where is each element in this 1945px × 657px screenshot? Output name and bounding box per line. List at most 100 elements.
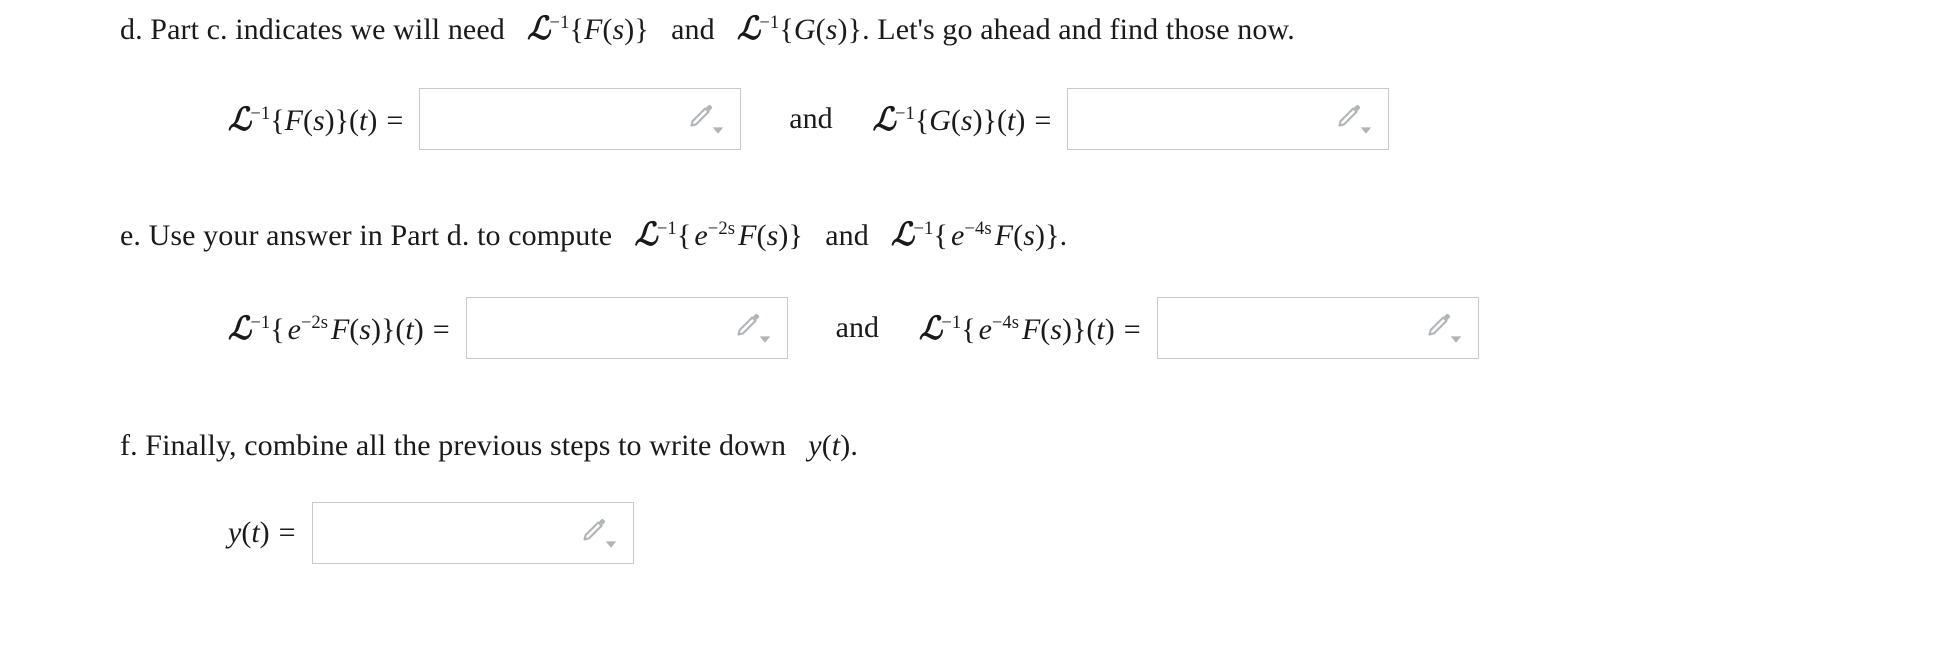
open-brace: { <box>933 219 948 252</box>
inverse-exponent: −1 <box>913 218 934 239</box>
var-s: s <box>312 103 325 137</box>
var-F: F <box>330 312 350 346</box>
close-paren: ) <box>1035 219 1046 252</box>
math-entry-toggle-inv-laplace-e4s-F[interactable] <box>1426 312 1468 344</box>
math-entry-toggle-inv-laplace-G[interactable] <box>1336 103 1378 135</box>
close-paren: ) <box>1015 103 1026 137</box>
var-e: e <box>978 312 992 346</box>
var-t: t <box>1096 312 1105 346</box>
label-inverse-laplace-G: ℒ−1{G(s)}(t) = <box>873 101 1068 138</box>
close-paren: ) <box>259 516 270 549</box>
math-inverse-laplace-G: ℒ−1{G(s)} <box>736 10 862 47</box>
close-paren: ) <box>1061 312 1072 346</box>
equals-sign: = <box>278 516 296 549</box>
laplace-symbol: ℒ <box>736 10 760 47</box>
var-t: t <box>831 429 841 462</box>
laplace-symbol: ℒ <box>228 309 251 347</box>
var-G: G <box>793 13 816 46</box>
close-brace: } <box>1045 219 1060 252</box>
open-brace: { <box>569 13 584 46</box>
close-paren: ) <box>972 103 983 137</box>
open-paren: ( <box>997 103 1007 137</box>
var-F: F <box>738 219 757 252</box>
chevron-down-icon <box>1361 127 1372 134</box>
label-inverse-laplace-e4s-F: ℒ−1{e−4s F(s)}(t) = <box>919 310 1157 347</box>
chevron-down-icon <box>1450 336 1461 343</box>
open-paren: ( <box>241 516 252 549</box>
answer-box-inv-laplace-G[interactable] <box>1067 88 1390 150</box>
part-e-text-middle: and <box>825 219 869 252</box>
answer-box-inv-laplace-e4s-F[interactable] <box>1156 297 1479 359</box>
label-inverse-laplace-F: ℒ−1{F(s)}(t) = <box>228 101 419 138</box>
open-brace: { <box>914 103 930 137</box>
var-F: F <box>284 103 303 137</box>
var-y: y <box>228 516 242 549</box>
laplace-symbol: ℒ <box>634 216 657 253</box>
math-inverse-laplace-e2s-F: ℒ−1{e−2s F(s)} <box>634 216 803 253</box>
open-brace: { <box>779 13 794 46</box>
var-s: s <box>766 219 779 252</box>
close-brace: } <box>334 103 350 137</box>
var-e: e <box>287 312 301 346</box>
part-d-text-before: d. Part c. indicates we will need <box>120 13 505 46</box>
var-s: s <box>1050 312 1062 346</box>
open-paren: ( <box>1086 312 1097 346</box>
math-entry-toggle-inv-laplace-F[interactable] <box>688 103 730 135</box>
close-paren: ) <box>778 219 789 252</box>
open-paren: ( <box>602 13 613 46</box>
part-e-prompt: e. Use your answer in Part d. to compute… <box>120 215 1067 255</box>
close-brace: } <box>380 312 396 346</box>
inverse-exponent: −1 <box>549 12 570 33</box>
laplace-symbol: ℒ <box>872 100 896 138</box>
math-entry-toggle-solution-y[interactable] <box>581 517 623 549</box>
answer-row-d: ℒ−1{F(s)}(t) = and ℒ−1{G(s)}(t) = <box>228 88 1390 150</box>
close-paren: ) <box>367 103 378 137</box>
var-y: y <box>808 429 822 462</box>
close-paren: ) <box>837 13 848 46</box>
inverse-exponent: −1 <box>895 102 915 124</box>
exponent-minus-4s: −4s <box>964 218 992 239</box>
var-s: s <box>359 312 371 346</box>
part-f-prompt: f. Finally, combine all the previous ste… <box>120 427 858 465</box>
conjunction-and-e: and <box>835 311 879 344</box>
equals-sign: = <box>1123 312 1141 346</box>
close-brace: } <box>982 103 997 137</box>
math-entry-toggle-inv-laplace-e2s-F[interactable] <box>735 312 777 344</box>
inverse-exponent: −1 <box>941 311 962 333</box>
close-paren: ) <box>370 312 381 346</box>
answer-box-inv-laplace-e2s-F[interactable] <box>465 297 788 359</box>
open-paren: ( <box>1040 312 1051 346</box>
label-solution-y: y(t) = <box>228 516 312 550</box>
var-e: e <box>694 219 708 252</box>
math-inverse-laplace-F: ℒ−1{F(s)} <box>527 10 649 47</box>
exponent-minus-2s: −2s <box>707 218 736 239</box>
laplace-symbol: ℒ <box>527 10 550 47</box>
var-s: s <box>825 13 838 46</box>
answer-box-inv-laplace-F[interactable] <box>419 88 742 150</box>
close-brace: } <box>788 219 803 252</box>
laplace-symbol: ℒ <box>918 309 942 347</box>
laplace-symbol: ℒ <box>891 216 914 253</box>
close-paren: ) <box>840 429 851 462</box>
open-brace: { <box>676 219 692 252</box>
var-F: F <box>994 219 1014 252</box>
open-brace: { <box>270 103 285 137</box>
answer-box-solution-y[interactable] <box>311 502 634 564</box>
open-paren: ( <box>302 103 313 137</box>
open-paren: ( <box>756 219 767 252</box>
chevron-down-icon <box>713 127 724 134</box>
part-e-text-before: e. Use your answer in Part d. to compute <box>120 219 613 252</box>
part-d-prompt: d. Part c. indicates we will need ℒ−1{F(… <box>120 9 1295 49</box>
open-paren: ( <box>815 13 826 46</box>
part-d-text-after: . Let's go ahead and find those now. <box>862 13 1295 46</box>
close-brace: } <box>1071 312 1087 346</box>
chevron-down-icon <box>759 336 770 343</box>
var-F: F <box>1021 312 1041 346</box>
inverse-exponent: −1 <box>656 218 677 239</box>
var-e: e <box>950 219 965 252</box>
open-paren: ( <box>821 429 832 462</box>
var-G: G <box>929 103 951 137</box>
close-paren: ) <box>324 103 335 137</box>
close-paren: ) <box>413 312 424 346</box>
open-paren: ( <box>950 103 961 137</box>
